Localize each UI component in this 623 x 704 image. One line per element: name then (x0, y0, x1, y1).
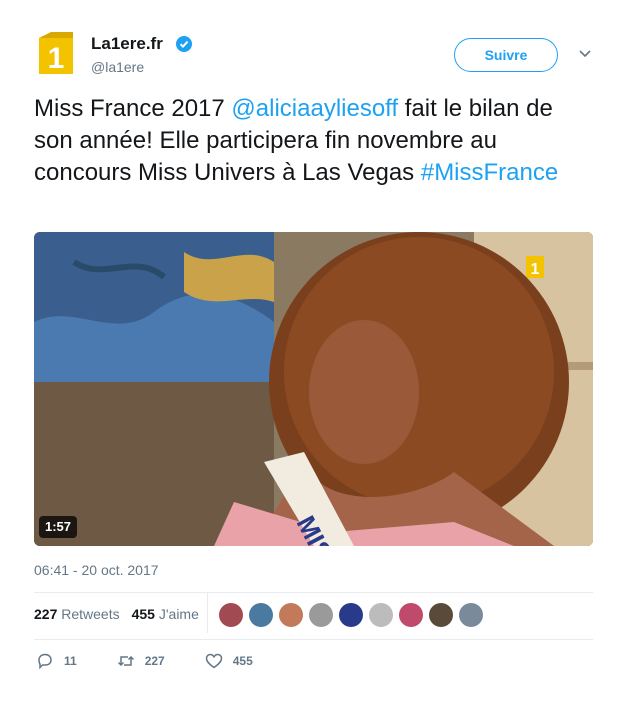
liker-avatar[interactable] (219, 603, 243, 627)
handle[interactable]: @la1ere (91, 59, 144, 75)
video-thumbnail: 1 MISS (34, 232, 593, 546)
tweet-actions: 11 227 455 (36, 652, 293, 670)
like-button[interactable]: 455 (205, 652, 253, 670)
svg-text:1: 1 (48, 42, 65, 75)
divider (34, 639, 593, 640)
tweet-text: Miss France 2017 @aliciaayliesoff fait l… (34, 93, 594, 189)
retweet-count: 227 (144, 654, 165, 668)
liker-avatar[interactable] (429, 603, 453, 627)
liker-avatar[interactable] (279, 603, 303, 627)
liker-avatar[interactable] (369, 603, 393, 627)
retweet-button[interactable]: 227 (117, 652, 165, 670)
retweet-icon (117, 655, 134, 667)
la1ere-logo[interactable]: 1 (37, 32, 75, 76)
likes-label: J'aime (158, 606, 199, 622)
tweet-timestamp[interactable]: 06:41 - 20 oct. 2017 (34, 562, 159, 578)
heart-icon (205, 653, 222, 669)
reply-button[interactable]: 11 (36, 652, 77, 670)
retweets-stat[interactable]: 227 Retweets (34, 606, 120, 622)
likes-count: 455 (131, 606, 155, 622)
liker-avatar[interactable] (249, 603, 273, 627)
liker-avatar[interactable] (339, 603, 363, 627)
reply-icon (38, 653, 52, 670)
reply-count: 11 (64, 654, 77, 668)
divider (34, 592, 593, 593)
video-duration: 1:57 (39, 516, 78, 538)
mention-link[interactable]: @aliciaayliesoff (231, 95, 398, 122)
follow-button[interactable]: Suivre (454, 38, 558, 72)
liker-avatar[interactable] (399, 603, 423, 627)
chevron-down-icon[interactable] (579, 50, 591, 58)
likes-stat[interactable]: 455 J'aime (132, 606, 199, 622)
hashtag-link[interactable]: #MissFrance (421, 159, 558, 186)
liker-avatar[interactable] (459, 603, 483, 627)
retweets-label: Retweets (61, 606, 120, 622)
engagement-stats: 227 Retweets 455 J'aime (34, 606, 199, 622)
like-count: 455 (232, 654, 253, 668)
stats-separator (207, 593, 208, 633)
verified-badge-icon (176, 36, 192, 52)
video-player[interactable]: 1 MISS (34, 232, 593, 546)
svg-text:1: 1 (531, 261, 540, 278)
liker-avatars (219, 603, 483, 627)
tweet-card: 1 La1ere.fr @la1ere Suivre Miss France 2… (0, 0, 623, 704)
display-name[interactable]: La1ere.fr (91, 34, 163, 54)
retweets-count: 227 (34, 606, 58, 622)
tweet-text-part1: Miss France 2017 (34, 95, 232, 122)
liker-avatar[interactable] (309, 603, 333, 627)
